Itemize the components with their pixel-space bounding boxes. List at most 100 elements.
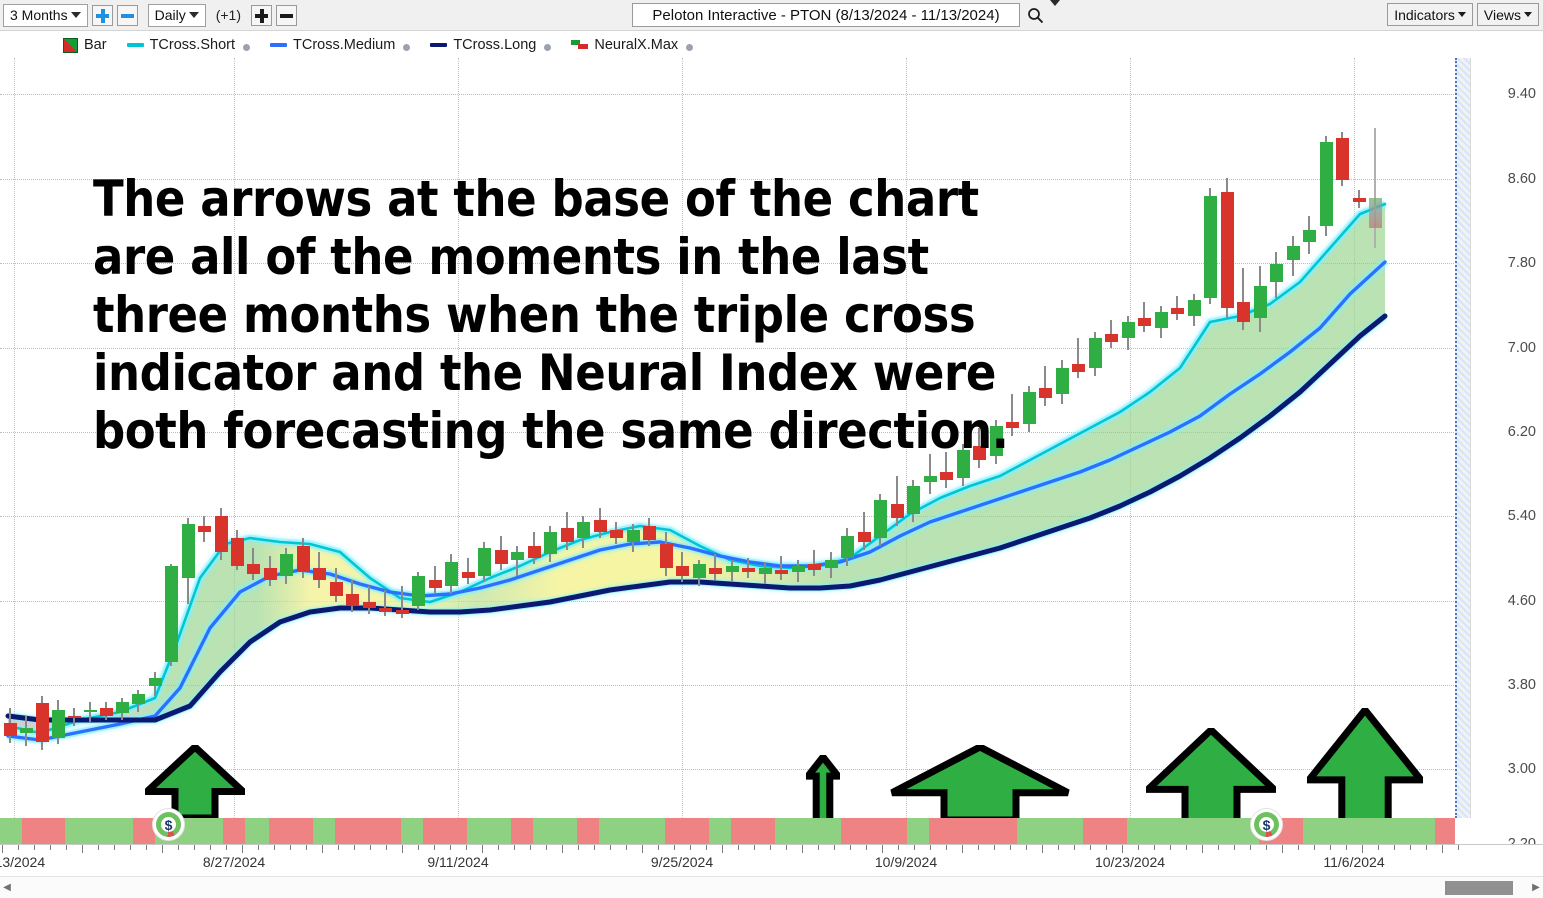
legend-settings-dot-icon[interactable] xyxy=(686,44,694,51)
search-icon[interactable] xyxy=(1027,7,1044,24)
date-tick-mark xyxy=(1058,845,1059,850)
signal-arrow-2 xyxy=(800,751,846,818)
date-axis-label: 10/23/2024 xyxy=(1094,854,1166,870)
offset-decrease-button[interactable] xyxy=(276,4,298,26)
signal-badge-2[interactable]: $ xyxy=(1250,808,1283,841)
legend-item-tcross-long[interactable]: TCross.Long xyxy=(430,37,552,53)
offset-increase-button[interactable] xyxy=(251,4,273,26)
neural-index-ribbon xyxy=(0,818,1455,844)
line-swatch-icon xyxy=(126,43,144,47)
price-candle xyxy=(67,58,81,818)
neuralx-swatch-icon xyxy=(571,40,589,50)
date-tick-mark xyxy=(562,845,563,853)
date-tick-mark xyxy=(242,845,243,853)
date-tick-mark xyxy=(978,845,979,850)
date-tick-mark xyxy=(66,845,67,850)
date-tick-mark xyxy=(722,845,723,853)
legend-settings-dot-icon[interactable] xyxy=(544,44,552,51)
date-tick-mark xyxy=(946,845,947,850)
neural-index-segment xyxy=(423,818,467,844)
date-tick-mark xyxy=(130,845,131,850)
price-axis-tick: 5.40 xyxy=(1507,508,1536,524)
signal-badge-1[interactable]: $ xyxy=(152,808,185,841)
neural-index-segment xyxy=(65,818,133,844)
date-tick-mark xyxy=(498,845,499,850)
price-candle xyxy=(35,58,49,818)
date-tick-mark xyxy=(530,845,531,850)
charting-application: 3 Months Daily (+1) Peloton Interactive … xyxy=(0,0,1543,898)
views-button[interactable]: Views xyxy=(1476,3,1539,26)
symbol-input-value: Peloton Interactive - PTON (8/13/2024 - … xyxy=(652,6,1000,24)
chevron-down-icon xyxy=(68,5,85,26)
date-tick-mark xyxy=(114,845,115,850)
price-axis-tick: 6.20 xyxy=(1507,424,1536,440)
date-tick-mark xyxy=(226,845,227,850)
symbol-input[interactable]: Peloton Interactive - PTON (8/13/2024 - … xyxy=(632,3,1020,27)
date-tick-mark xyxy=(1074,845,1075,850)
toolbar-right-group: Indicators Views xyxy=(1387,3,1539,26)
date-tick-mark xyxy=(1234,845,1235,850)
date-tick-mark xyxy=(1090,845,1091,850)
signal-arrow-5 xyxy=(1301,704,1429,818)
indicators-button-label: Indicators xyxy=(1394,6,1455,23)
price-candle xyxy=(3,58,17,818)
legend-item-neuralx-max[interactable]: NeuralX.Max xyxy=(571,37,694,53)
price-candle xyxy=(1269,58,1283,818)
legend-item-tcross-medium[interactable]: TCross.Medium xyxy=(270,37,411,53)
legend-settings-dot-icon[interactable] xyxy=(243,44,250,51)
date-tick-mark xyxy=(402,845,403,853)
date-tick-mark xyxy=(578,845,579,850)
legend-item-label: TCross.Short xyxy=(149,37,235,53)
indicators-button[interactable]: Indicators xyxy=(1387,3,1473,26)
chevron-down-icon[interactable] xyxy=(1050,0,1060,24)
legend-item-tcross-short[interactable]: TCross.Short xyxy=(126,37,250,53)
date-tick-mark xyxy=(210,845,211,850)
date-tick-mark xyxy=(258,845,259,850)
badge-label: $ xyxy=(164,816,173,833)
date-tick-mark xyxy=(658,845,659,850)
date-tick-mark xyxy=(306,845,307,850)
date-tick-mark xyxy=(1010,845,1011,850)
views-button-label: Views xyxy=(1483,6,1521,23)
interval-select[interactable]: Daily xyxy=(147,3,206,27)
date-tick-mark xyxy=(1218,845,1219,850)
legend-item-bar[interactable]: Bar xyxy=(63,37,107,53)
annotation-text: The arrows at the base of the chart are … xyxy=(93,170,1009,460)
date-tick-mark xyxy=(434,845,435,850)
date-tick-mark xyxy=(1314,845,1315,850)
date-axis-label: 9/25/2024 xyxy=(650,854,714,870)
symbol-search-group: Peloton Interactive - PTON (8/13/2024 - … xyxy=(632,0,1060,27)
range-zoom-out-button[interactable] xyxy=(116,4,138,26)
horizontal-scrollbar[interactable]: ◀ ▶ xyxy=(0,876,1543,898)
neural-index-segment xyxy=(775,818,841,844)
legend-settings-dot-icon[interactable] xyxy=(403,44,411,51)
date-tick-mark xyxy=(690,845,691,850)
price-axis-tick: 9.40 xyxy=(1507,86,1536,102)
range-select[interactable]: 3 Months xyxy=(3,3,88,27)
chart-plot-area[interactable]: The arrows at the base of the chart are … xyxy=(0,58,1470,818)
price-candle xyxy=(1154,58,1168,818)
chevron-down-icon xyxy=(1457,12,1466,17)
date-tick-mark xyxy=(1346,845,1347,850)
scrollbar-track[interactable] xyxy=(14,880,1529,895)
scrollbar-thumb[interactable] xyxy=(1445,880,1513,895)
date-tick-mark xyxy=(930,845,931,850)
legend-item-label: NeuralX.Max xyxy=(594,37,679,53)
date-axis[interactable]: 8/13/2024 8/27/2024 9/11/2024 9/25/2024 10/9… xyxy=(0,844,1543,875)
chevron-down-icon xyxy=(1524,12,1532,17)
scroll-right-icon[interactable]: ▶ xyxy=(1529,882,1543,893)
scroll-left-icon[interactable]: ◀ xyxy=(0,882,14,893)
date-tick-mark xyxy=(18,845,19,850)
date-tick-mark xyxy=(162,845,163,853)
legend-item-label: Bar xyxy=(84,37,107,53)
neural-index-segment xyxy=(22,818,65,844)
price-axis-tick: 3.00 xyxy=(1507,761,1536,777)
price-axis[interactable]: 9.408.607.807.006.205.404.603.803.002.20 xyxy=(1470,58,1543,852)
date-tick-mark xyxy=(1362,845,1363,853)
date-tick-mark xyxy=(354,845,355,850)
neural-index-segment xyxy=(731,818,775,844)
price-candle xyxy=(1137,58,1151,818)
date-tick-mark xyxy=(98,845,99,850)
range-zoom-in-button[interactable] xyxy=(91,4,113,26)
date-tick-mark xyxy=(994,845,995,850)
